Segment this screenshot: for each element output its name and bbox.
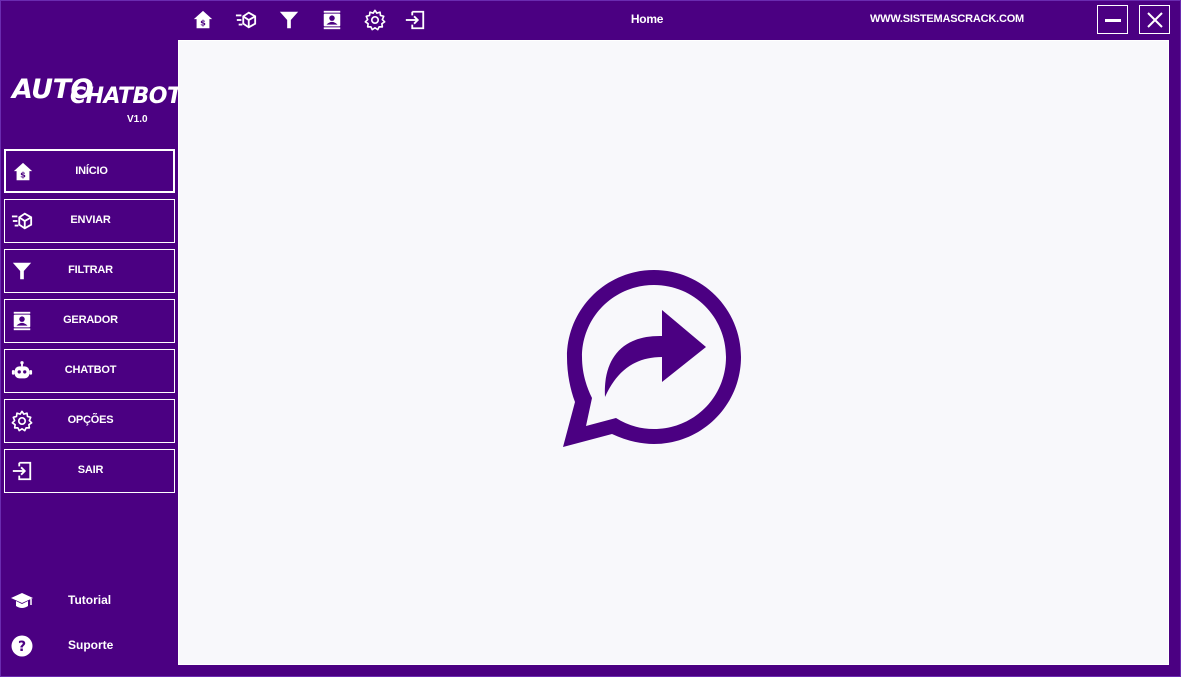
filter-icon[interactable]: [277, 8, 301, 32]
suporte-link[interactable]: ? Suporte: [10, 634, 150, 658]
sidebar-item-label: GERADOR: [63, 314, 118, 326]
sidebar-item-label: OPÇÕES: [67, 414, 114, 426]
home-dollar-icon[interactable]: $: [191, 8, 215, 32]
main-content-panel: [178, 40, 1169, 665]
app-version: V1.0: [127, 114, 148, 125]
sidebar-item-opcoes[interactable]: OPÇÕES: [4, 399, 175, 443]
page-title: Home: [630, 12, 664, 26]
sidebar-item-label: ENVIAR: [70, 214, 111, 226]
question-circle-icon: ?: [10, 634, 34, 658]
top-toolbar: $ Home WWW.SISTEMASCRACK.COM: [0, 0, 1181, 40]
gear-icon[interactable]: [363, 8, 387, 32]
close-button[interactable]: [1139, 5, 1170, 34]
sidebar-item-enviar[interactable]: ENVIAR: [4, 199, 175, 243]
sidebar-item-label: INÍCIO: [75, 165, 108, 177]
exit-icon[interactable]: [403, 8, 427, 32]
contact-card-icon[interactable]: [320, 8, 344, 32]
graduation-cap-icon: [10, 589, 34, 613]
chat-share-bubble-icon: [563, 270, 741, 447]
sidebar-item-label: FILTRAR: [68, 264, 113, 276]
minimize-icon: [1104, 18, 1121, 22]
sidebar-item-chatbot[interactable]: CHATBOT: [4, 349, 175, 393]
sidebar-item-label: CHATBOT: [64, 364, 117, 376]
send-box-icon[interactable]: [234, 8, 258, 32]
svg-text:?: ?: [18, 639, 26, 655]
tutorial-link[interactable]: Tutorial: [10, 589, 150, 613]
website-link[interactable]: WWW.SISTEMASCRACK.COM: [860, 13, 1034, 25]
svg-text:$: $: [200, 18, 206, 28]
sidebar-item-sair[interactable]: SAIR: [4, 449, 175, 493]
sidebar: AUTO CHATBOT V1.0 $ INÍCIO ENVIAR FILTRA…: [0, 40, 182, 676]
suporte-label: Suporte: [68, 638, 114, 652]
sidebar-item-gerador[interactable]: GERADOR: [4, 299, 175, 343]
logo-text-chatbot: CHATBOT: [70, 84, 182, 109]
close-icon: [1146, 11, 1163, 28]
minimize-button[interactable]: [1097, 5, 1128, 34]
tutorial-label: Tutorial: [68, 593, 112, 607]
sidebar-item-filtrar[interactable]: FILTRAR: [4, 249, 175, 293]
app-logo: AUTO CHATBOT V1.0: [10, 74, 182, 130]
sidebar-item-inicio[interactable]: $ INÍCIO: [4, 149, 175, 193]
sidebar-item-label: SAIR: [77, 464, 104, 476]
